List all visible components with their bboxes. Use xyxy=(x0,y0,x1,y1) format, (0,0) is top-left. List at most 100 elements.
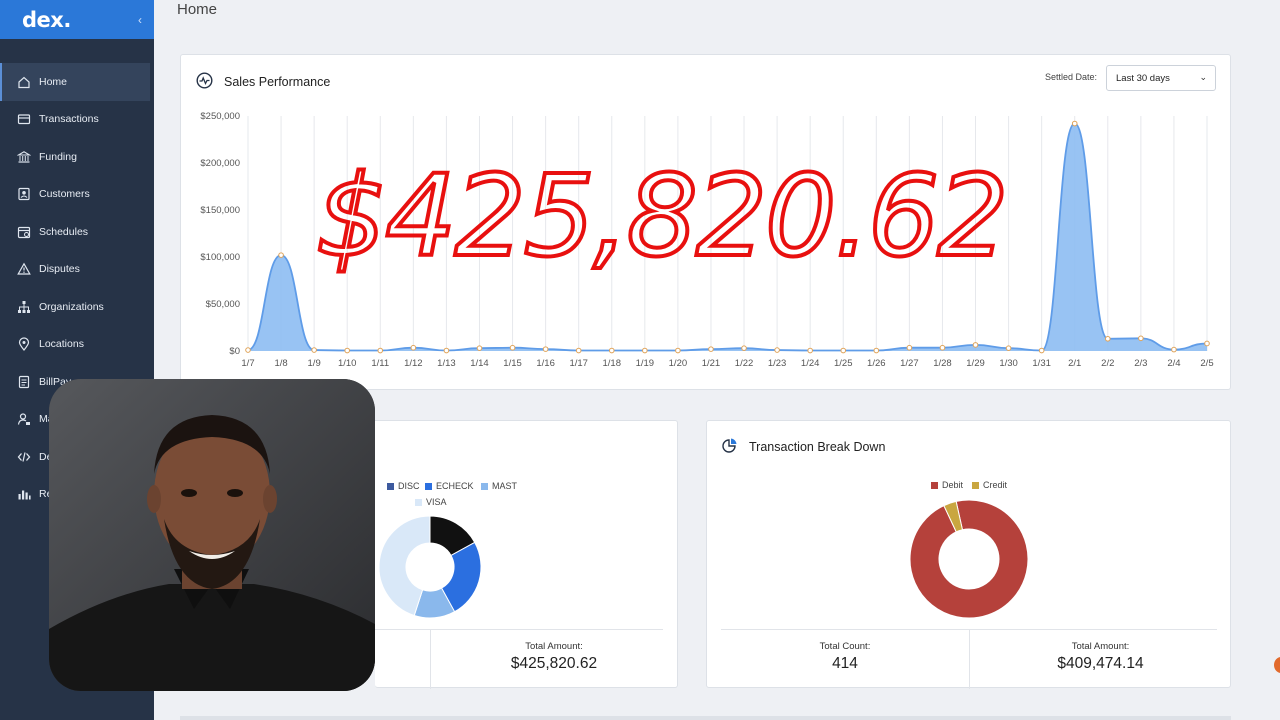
sidebar-item-label: Organizations xyxy=(39,300,104,313)
x-tick-label: 1/26 xyxy=(867,358,886,369)
sales-data-point[interactable] xyxy=(972,342,979,348)
sales-data-point[interactable] xyxy=(939,344,946,351)
y-tick-label: $250,000 xyxy=(200,111,240,122)
sidebar-item-funding[interactable]: Funding xyxy=(0,138,154,176)
sales-data-point[interactable] xyxy=(278,252,284,258)
sales-data-point[interactable] xyxy=(741,345,747,351)
presenter-webcam-overlay xyxy=(49,379,375,691)
presenter-image xyxy=(49,379,375,691)
x-tick-label: 2/3 xyxy=(1134,358,1147,369)
y-tick-label: $100,000 xyxy=(200,252,240,263)
x-tick-label: 1/28 xyxy=(933,358,952,369)
next-card-edge xyxy=(180,716,1231,720)
x-tick-label: 1/13 xyxy=(437,358,456,369)
sidebar-item-customers[interactable]: Customers xyxy=(0,176,154,214)
card-icon xyxy=(17,114,31,125)
transaction-slice-debit[interactable] xyxy=(909,499,1029,619)
sidebar-item-home[interactable]: Home xyxy=(0,63,150,101)
sales-data-point[interactable] xyxy=(509,344,516,351)
y-tick-label: $150,000 xyxy=(200,205,240,216)
page-title: Home xyxy=(177,1,218,18)
help-widget-button[interactable] xyxy=(1274,657,1280,673)
sidebar-item-locations[interactable]: Locations xyxy=(0,326,154,364)
x-tick-label: 1/15 xyxy=(503,358,522,369)
sales-data-point[interactable] xyxy=(1071,120,1078,127)
sitemap-icon xyxy=(18,300,30,313)
sidebar-item-transactions[interactable]: Transactions xyxy=(0,101,154,139)
x-tick-label: 1/19 xyxy=(636,358,655,369)
sidebar-item-label: Funding xyxy=(39,150,77,163)
total-count-value: 414 xyxy=(832,655,858,672)
calendar-icon xyxy=(17,226,31,238)
sales-data-point[interactable] xyxy=(443,347,450,354)
contacts-icon xyxy=(18,188,30,201)
home-icon xyxy=(18,76,30,88)
sales-data-point[interactable] xyxy=(476,345,483,351)
total-count-label: Total Count: xyxy=(819,641,871,652)
sidebar-item-organizations[interactable]: Organizations xyxy=(0,288,154,326)
sidebar-item-label: Customers xyxy=(39,188,90,201)
sales-data-point[interactable] xyxy=(774,347,780,353)
y-tick-label: $50,000 xyxy=(206,299,240,310)
sales-data-point[interactable] xyxy=(675,347,681,354)
sales-data-point[interactable] xyxy=(1104,335,1111,342)
sales-data-point[interactable] xyxy=(542,346,549,352)
x-tick-label: 1/20 xyxy=(669,358,688,369)
sales-data-point[interactable] xyxy=(1171,346,1177,353)
sales-data-point[interactable] xyxy=(873,347,880,354)
sales-data-point[interactable] xyxy=(1038,347,1045,354)
brand-logo[interactable]: dex. xyxy=(22,8,71,32)
x-tick-label: 1/9 xyxy=(308,358,321,369)
sales-data-point[interactable] xyxy=(1204,340,1210,347)
sidebar-item-label: Disputes xyxy=(39,263,80,276)
sales-data-point[interactable] xyxy=(575,347,582,354)
bar-chart-icon xyxy=(18,490,31,500)
payment-total-amount-label: Total Amount: xyxy=(525,641,583,652)
sidebar-item-disputes[interactable]: Disputes xyxy=(0,251,154,289)
sales-data-point[interactable] xyxy=(410,344,417,351)
x-tick-label: 1/23 xyxy=(768,358,787,369)
x-tick-label: 1/25 xyxy=(834,358,853,369)
sales-data-point[interactable] xyxy=(608,347,615,354)
x-tick-label: 1/14 xyxy=(470,358,489,369)
payment-breakdown-card: XDISCECHECKMASTVISA Total Amount: $425,8… xyxy=(369,420,678,689)
sales-data-point[interactable] xyxy=(377,347,384,354)
x-tick-label: 1/29 xyxy=(966,358,985,369)
x-tick-label: 1/7 xyxy=(241,358,254,369)
txn-total-amount-label: Total Amount: xyxy=(1071,641,1130,652)
payment-stats-divider xyxy=(375,629,663,630)
sales-data-point[interactable] xyxy=(642,347,648,354)
sales-data-point[interactable] xyxy=(1138,335,1144,342)
code-icon xyxy=(17,452,31,462)
sales-data-point[interactable] xyxy=(245,347,251,353)
sidebar-item-label: Locations xyxy=(39,338,84,351)
sidebar-item-label: Transactions xyxy=(39,113,99,126)
txn-total-amount-value: $409,474.14 xyxy=(1057,655,1144,672)
pin-icon xyxy=(18,337,30,352)
collapse-sidebar-icon[interactable]: ‹ xyxy=(138,13,142,27)
sales-data-point[interactable] xyxy=(840,347,847,354)
sales-data-point[interactable] xyxy=(807,347,813,354)
brand-bar: dex. ‹ xyxy=(0,0,154,39)
x-tick-label: 2/4 xyxy=(1167,358,1180,369)
sales-data-point[interactable] xyxy=(311,347,317,353)
x-tick-label: 2/1 xyxy=(1068,358,1081,369)
y-tick-label: $0 xyxy=(229,346,240,357)
transaction-breakdown-card: Transaction Break Down Debit Credit Total… xyxy=(706,420,1231,689)
warning-icon xyxy=(17,262,31,275)
x-tick-label: 1/16 xyxy=(536,358,555,369)
payment-total-amount-value: $425,820.62 xyxy=(510,655,598,672)
sales-data-point[interactable] xyxy=(1005,345,1012,351)
sales-data-point[interactable] xyxy=(344,347,351,354)
sales-data-point[interactable] xyxy=(708,346,714,352)
x-tick-label: 1/10 xyxy=(338,358,357,369)
sidebar-item-schedules[interactable]: Schedules xyxy=(0,213,154,251)
x-tick-label: 1/18 xyxy=(603,358,622,369)
sales-performance-chart: $0 $50,000 $100,000 $150,000 $200,000 $250,00… xyxy=(200,111,1213,369)
y-tick-label: $200,000 xyxy=(200,158,240,169)
x-tick-label: 1/17 xyxy=(569,358,588,369)
x-tick-label: 1/27 xyxy=(900,358,919,369)
x-tick-label: 1/30 xyxy=(999,358,1018,369)
sales-data-point[interactable] xyxy=(906,344,913,351)
user-lock-icon xyxy=(17,413,30,426)
